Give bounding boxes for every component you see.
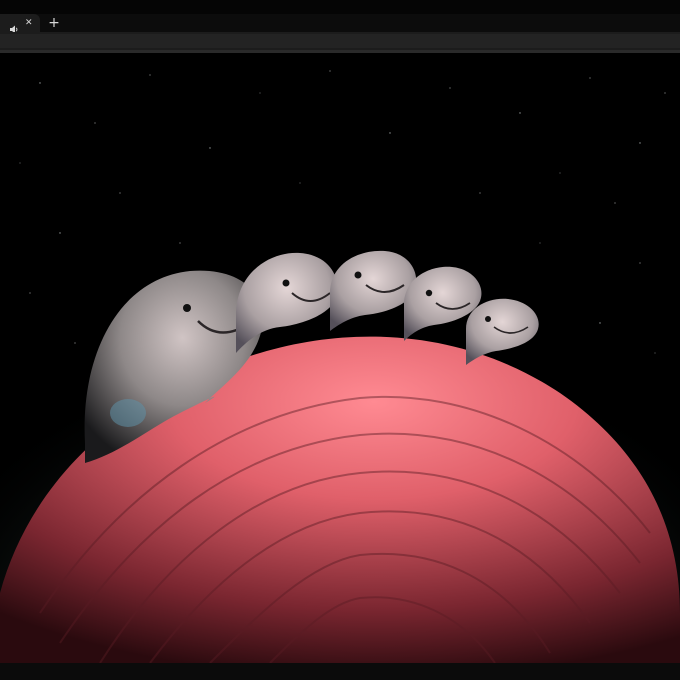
scene-image xyxy=(0,53,680,663)
address-bar[interactable] xyxy=(0,34,680,48)
close-icon[interactable]: ✕ xyxy=(25,18,33,28)
bottom-bar xyxy=(0,663,680,680)
new-tab-button[interactable]: + xyxy=(46,15,62,31)
title-bar xyxy=(0,0,680,14)
browser-tab[interactable]: ✕ xyxy=(0,14,40,33)
tab-strip: ✕ + xyxy=(0,14,680,33)
browser-window: ✕ + xyxy=(0,0,680,680)
speaker-icon[interactable] xyxy=(10,19,19,33)
toolbar xyxy=(0,32,680,50)
page-viewport xyxy=(0,53,680,663)
